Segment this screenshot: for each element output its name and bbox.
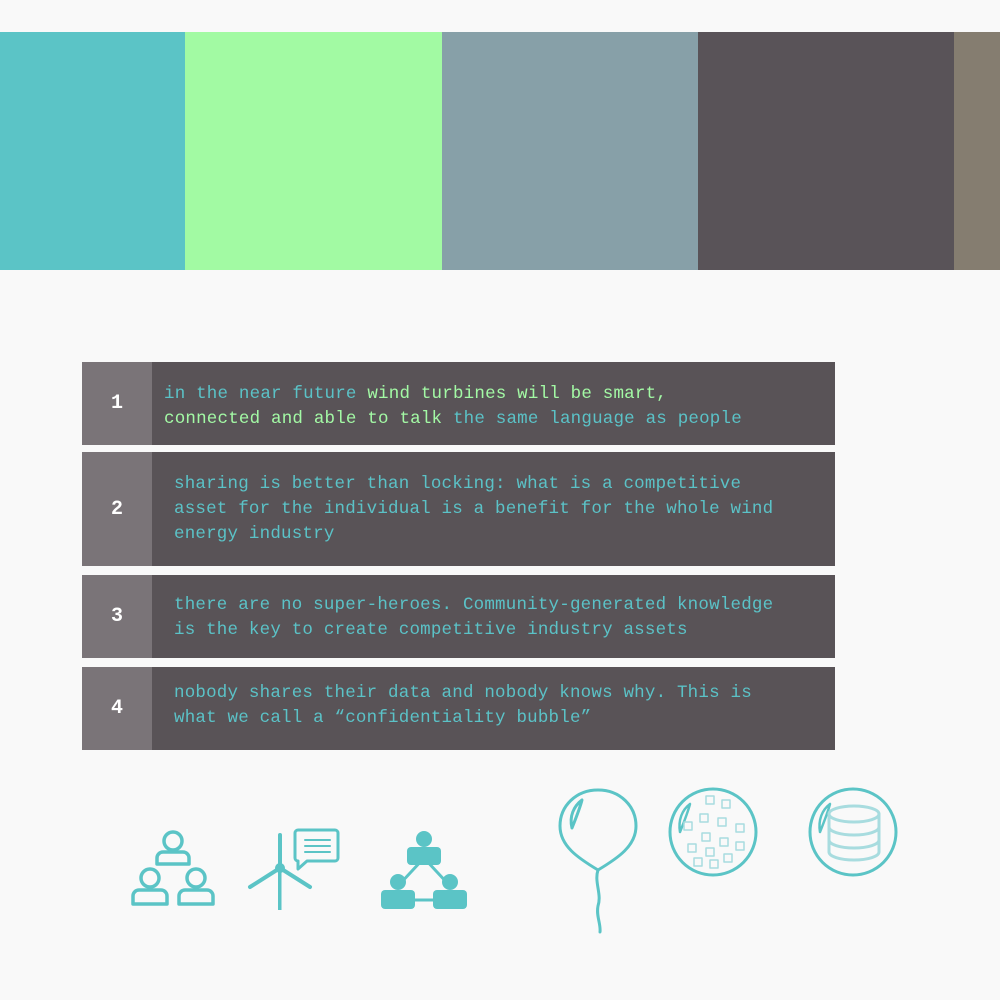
statement-number: 1: [82, 362, 152, 445]
color-palette: [0, 32, 1000, 270]
swatch-warm-grey: [954, 32, 1000, 270]
community-people-icon: [128, 826, 218, 910]
statement-text-line: what we call a “confidentiality bubble”: [174, 708, 592, 728]
statement-text: nobody shares their data and nobody know…: [174, 681, 752, 731]
statement-text-segment: the same language as people: [452, 409, 742, 429]
statement-text-line: sharing is better than locking: what is …: [174, 474, 742, 494]
swatch-light-green: [185, 32, 442, 270]
statement-text: sharing is better than locking: what is …: [174, 472, 773, 547]
statement-text-segment: in the near future: [164, 384, 368, 404]
statement-3: 3 there are no super-heroes. Community-g…: [82, 575, 835, 658]
statement-text-line: energy industry: [174, 524, 335, 544]
statement-2: 2 sharing is better than locking: what i…: [82, 452, 835, 566]
statement-number: 3: [82, 575, 152, 658]
wind-turbine-speech-icon: [246, 826, 342, 912]
data-bubble-icon: [666, 786, 760, 878]
swatch-dark-purple-grey: [698, 32, 954, 270]
statement-text-line: is the key to create competitive industr…: [174, 620, 688, 640]
balloon-icon: [556, 786, 640, 936]
database-bubble-icon: [806, 786, 900, 878]
statement-text-line: nobody shares their data and nobody know…: [174, 683, 752, 703]
statement-text-highlight: wind turbines will be smart,: [367, 384, 667, 404]
statement-1: 1 in the near future wind turbines will …: [82, 362, 835, 445]
statement-4: 4 nobody shares their data and nobody kn…: [82, 667, 835, 750]
statement-text-highlight: connected and able to talk: [164, 409, 453, 429]
statement-number: 2: [82, 452, 152, 566]
statement-text: in the near future wind turbines will be…: [164, 382, 742, 432]
statement-number: 4: [82, 667, 152, 750]
network-people-icon: [378, 828, 470, 912]
statement-text-line: there are no super-heroes. Community-gen…: [174, 595, 774, 615]
statement-text: there are no super-heroes. Community-gen…: [174, 593, 773, 643]
swatch-slate-grey: [442, 32, 698, 270]
statement-text-line: asset for the individual is a benefit fo…: [174, 499, 774, 519]
swatch-teal: [0, 32, 185, 270]
